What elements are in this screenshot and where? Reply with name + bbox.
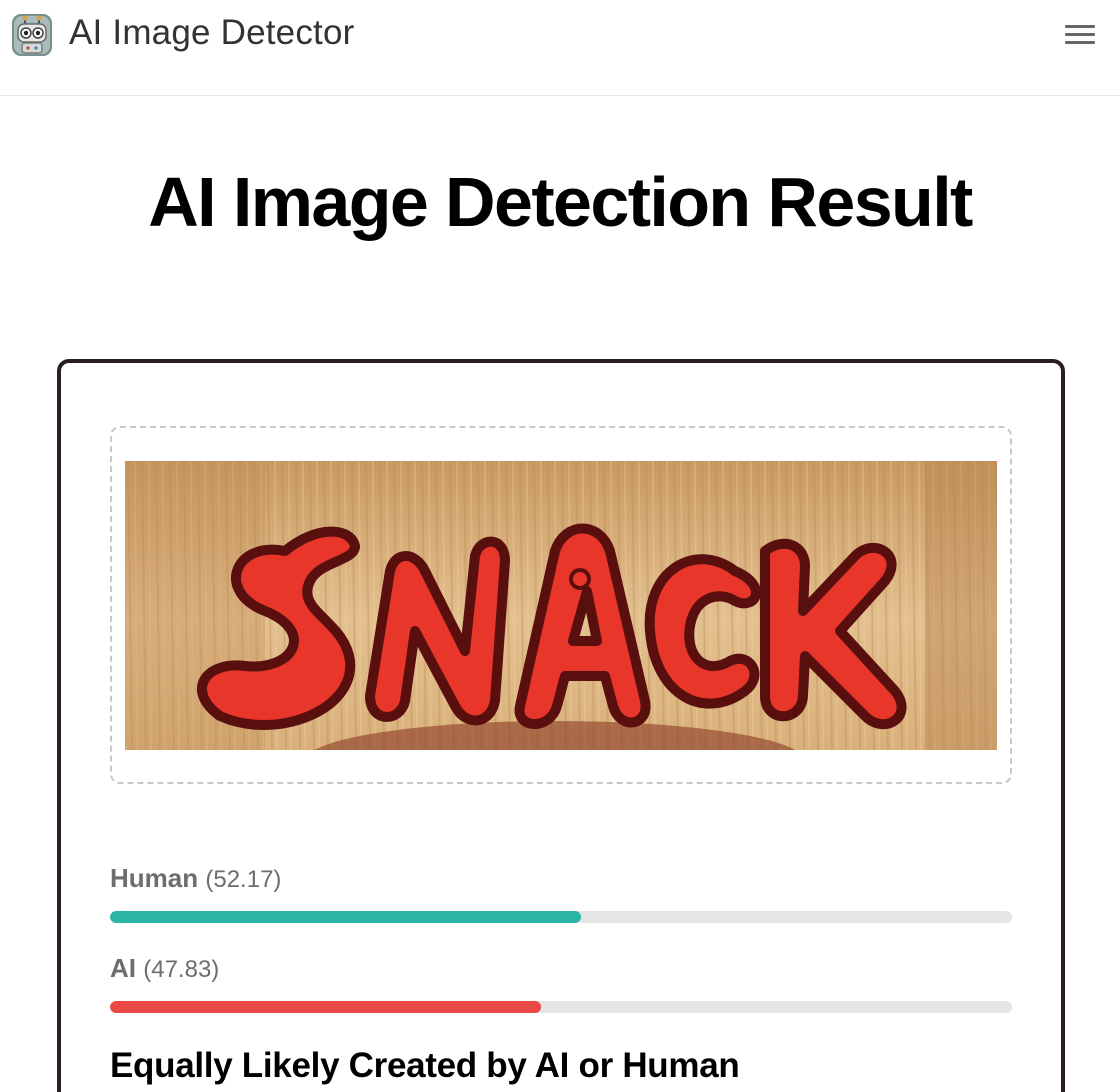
brand[interactable]: AI Image Detector [12,13,355,56]
robot-logo-icon [12,14,52,56]
human-score-bar-fill [110,911,581,923]
page-title: AI Image Detection Result [148,163,973,241]
image-preview-frame [110,426,1012,784]
ai-score-bar-fill [110,1001,542,1013]
hamburger-menu-icon[interactable] [1063,22,1097,50]
app-title: AI Image Detector [69,13,355,52]
result-card: Human (52.17) AI (47.83) Equally Likely … [57,359,1065,1092]
menu-line [1065,33,1095,36]
human-score-bar [110,911,1012,923]
ai-score-number: 47.83 [151,956,212,983]
human-label: Human [110,863,199,893]
menu-line [1065,41,1095,44]
ai-score-label: AI (47.83) [110,953,219,984]
ai-score-bar [110,1001,1012,1013]
human-score-value: (52.17) [205,866,282,893]
human-score-label: Human (52.17) [110,863,281,894]
ai-label: AI [110,953,136,983]
human-score-number: 52.17 [213,866,274,893]
uploaded-image [125,461,997,750]
top-navbar: AI Image Detector [0,0,1120,96]
menu-line [1065,25,1095,28]
ai-score-value: (47.83) [143,956,220,983]
verdict-heading: Equally Likely Created by AI or Human [110,1046,740,1085]
